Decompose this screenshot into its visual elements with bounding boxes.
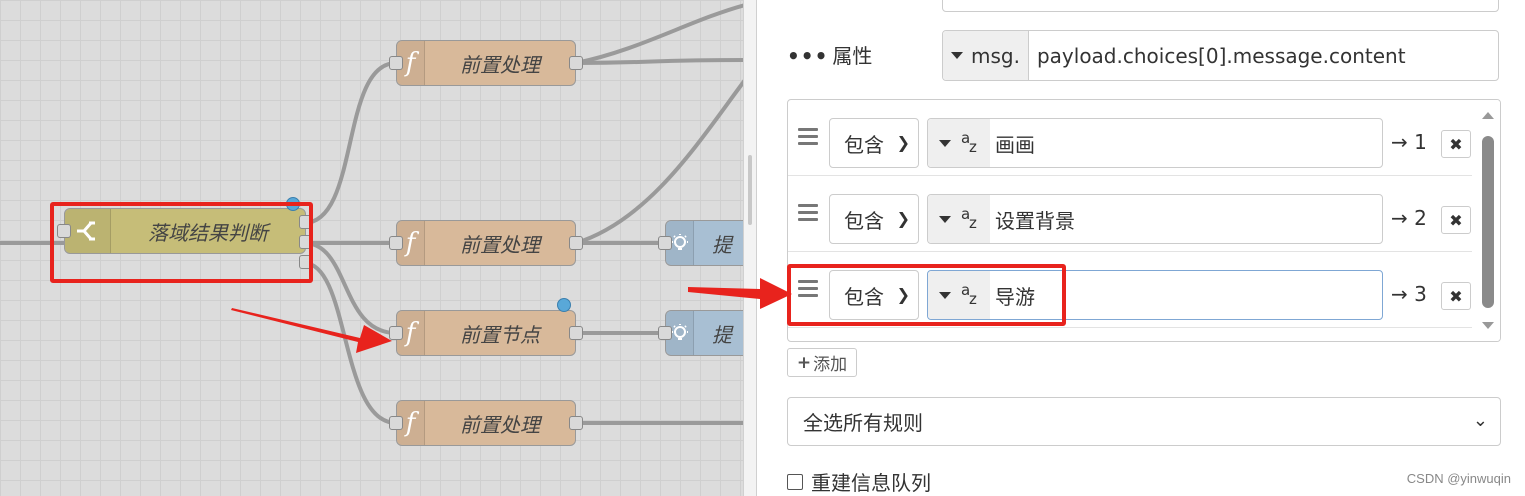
output-label: → 1 bbox=[1391, 130, 1427, 154]
switch-node[interactable]: 落域结果判断 bbox=[57, 208, 313, 269]
output-port[interactable] bbox=[569, 416, 583, 430]
property-value[interactable]: payload.choices[0].message.content bbox=[1029, 44, 1406, 68]
chevron-down-icon: ❯ bbox=[896, 285, 910, 304]
delete-rule-button[interactable]: ✖ bbox=[1441, 206, 1471, 234]
input-port[interactable] bbox=[389, 236, 403, 250]
output-port[interactable] bbox=[569, 326, 583, 340]
rule-mode-select[interactable]: 全选所有规则 ⌄ bbox=[787, 397, 1501, 446]
wire-out2b bbox=[303, 241, 397, 335]
drag-handle-icon[interactable] bbox=[798, 204, 818, 225]
light-node-1[interactable]: 提 bbox=[658, 220, 745, 266]
function-node-label: 前置处理 bbox=[460, 232, 540, 257]
chevron-down-icon: ⌄ bbox=[1472, 410, 1488, 431]
rule-row[interactable]: 包含 ❯ az 画画 → 1 ✖ bbox=[788, 100, 1472, 176]
caret-down-icon bbox=[939, 215, 951, 223]
checkbox-label: 重建信息队列 bbox=[811, 471, 931, 495]
function-node-label: 前置处理 bbox=[460, 52, 540, 77]
watermark: CSDN @yinwuqin bbox=[1406, 471, 1511, 486]
name-input[interactable] bbox=[942, 0, 1499, 12]
rule-value[interactable]: 设置背景 bbox=[990, 205, 1075, 234]
drag-handle-icon[interactable] bbox=[798, 280, 818, 301]
delete-rule-button[interactable]: ✖ bbox=[1441, 130, 1471, 158]
string-type-icon: az bbox=[961, 205, 977, 232]
caret-down-icon bbox=[939, 291, 951, 299]
delete-rule-button[interactable]: ✖ bbox=[1441, 282, 1471, 310]
light-node-label: 提 bbox=[712, 322, 732, 347]
switch-node-label: 落域结果判断 bbox=[148, 220, 268, 245]
light-node-label: 提 bbox=[712, 232, 732, 257]
function-node-label: 前置节点 bbox=[460, 322, 540, 347]
edit-panel: ••• 属性 msg. payload.choices[0].message.co… bbox=[757, 0, 1525, 496]
flow-canvas[interactable]: 落域结果判断 f 前置处理 f 前置处理 f 前置节点 f 前置处理 提 提 bbox=[0, 0, 745, 496]
rules-scrollbar[interactable] bbox=[1476, 100, 1500, 341]
type-string-button[interactable]: az bbox=[928, 119, 990, 167]
drag-handle-icon[interactable] bbox=[798, 128, 818, 149]
changed-indicator bbox=[557, 298, 571, 312]
type-string-button[interactable]: az bbox=[928, 271, 990, 319]
wire-out3 bbox=[303, 261, 397, 425]
switch-output-port-3[interactable] bbox=[299, 255, 313, 269]
function-node-3[interactable]: f 前置节点 bbox=[389, 310, 583, 356]
panel-divider[interactable] bbox=[743, 0, 757, 496]
recreate-sequence-option[interactable]: 重建信息队列 bbox=[787, 467, 931, 496]
scroll-up-icon[interactable] bbox=[1482, 112, 1494, 119]
input-port[interactable] bbox=[658, 236, 672, 250]
output-label: → 2 bbox=[1391, 206, 1427, 230]
rule-value-input[interactable]: az 画画 bbox=[927, 118, 1383, 168]
rule-value[interactable]: 导游 bbox=[990, 281, 1035, 310]
rule-row[interactable]: 包含 ❯ az 设置背景 → 2 ✖ bbox=[788, 176, 1472, 252]
light-node-2[interactable]: 提 bbox=[658, 310, 745, 356]
output-port[interactable] bbox=[569, 236, 583, 250]
plus-icon: + bbox=[796, 352, 812, 373]
caret-down-icon bbox=[939, 139, 951, 147]
rule-value[interactable]: 画画 bbox=[990, 129, 1035, 158]
operator-select[interactable]: 包含 ❯ bbox=[829, 118, 919, 168]
recreate-sequence-checkbox[interactable] bbox=[787, 473, 803, 490]
wire-out1 bbox=[303, 61, 397, 225]
ellipsis-icon: ••• bbox=[787, 44, 829, 68]
chevron-down-icon: ❯ bbox=[896, 209, 910, 228]
input-port[interactable] bbox=[389, 56, 403, 70]
function-node-label: 前置处理 bbox=[460, 412, 540, 437]
switch-icon bbox=[65, 209, 111, 253]
operator-select[interactable]: 包含 ❯ bbox=[829, 270, 919, 320]
input-port[interactable] bbox=[389, 416, 403, 430]
caret-down-icon bbox=[951, 52, 963, 59]
input-port[interactable] bbox=[658, 326, 672, 340]
string-type-icon: az bbox=[961, 281, 977, 308]
function-node-1[interactable]: f 前置处理 bbox=[389, 40, 583, 86]
divider-grip[interactable] bbox=[748, 155, 752, 225]
property-label: ••• 属性 bbox=[787, 44, 873, 68]
operator-select[interactable]: 包含 ❯ bbox=[829, 194, 919, 244]
switch-input-port[interactable] bbox=[57, 224, 71, 238]
switch-output-port-2[interactable] bbox=[299, 235, 313, 249]
changed-indicator bbox=[286, 197, 300, 211]
rules-list[interactable]: 包含 ❯ az 画画 → 1 ✖ 包含 ❯ az 设置背景 → 2 ✖ 包含 ❯… bbox=[787, 99, 1501, 342]
property-type-button[interactable]: msg. bbox=[943, 31, 1029, 80]
rule-value-input[interactable]: az 导游 bbox=[927, 270, 1383, 320]
type-string-button[interactable]: az bbox=[928, 195, 990, 243]
property-type-label: msg. bbox=[971, 43, 1020, 68]
output-port[interactable] bbox=[569, 56, 583, 70]
chevron-down-icon: ❯ bbox=[896, 133, 910, 152]
rule-row[interactable]: 包含 ❯ az 导游 → 3 ✖ bbox=[788, 252, 1472, 328]
property-input[interactable]: msg. payload.choices[0].message.content bbox=[942, 30, 1499, 81]
string-type-icon: az bbox=[961, 129, 977, 156]
switch-output-port-1[interactable] bbox=[299, 215, 313, 229]
scroll-thumb[interactable] bbox=[1482, 136, 1494, 308]
function-node-2[interactable]: f 前置处理 bbox=[389, 220, 583, 266]
scroll-down-icon[interactable] bbox=[1482, 322, 1494, 329]
rule-value-input[interactable]: az 设置背景 bbox=[927, 194, 1383, 244]
output-label: → 3 bbox=[1391, 282, 1427, 306]
input-port[interactable] bbox=[389, 326, 403, 340]
function-node-4[interactable]: f 前置处理 bbox=[389, 400, 583, 446]
add-rule-button[interactable]: + 添加 bbox=[787, 348, 857, 377]
